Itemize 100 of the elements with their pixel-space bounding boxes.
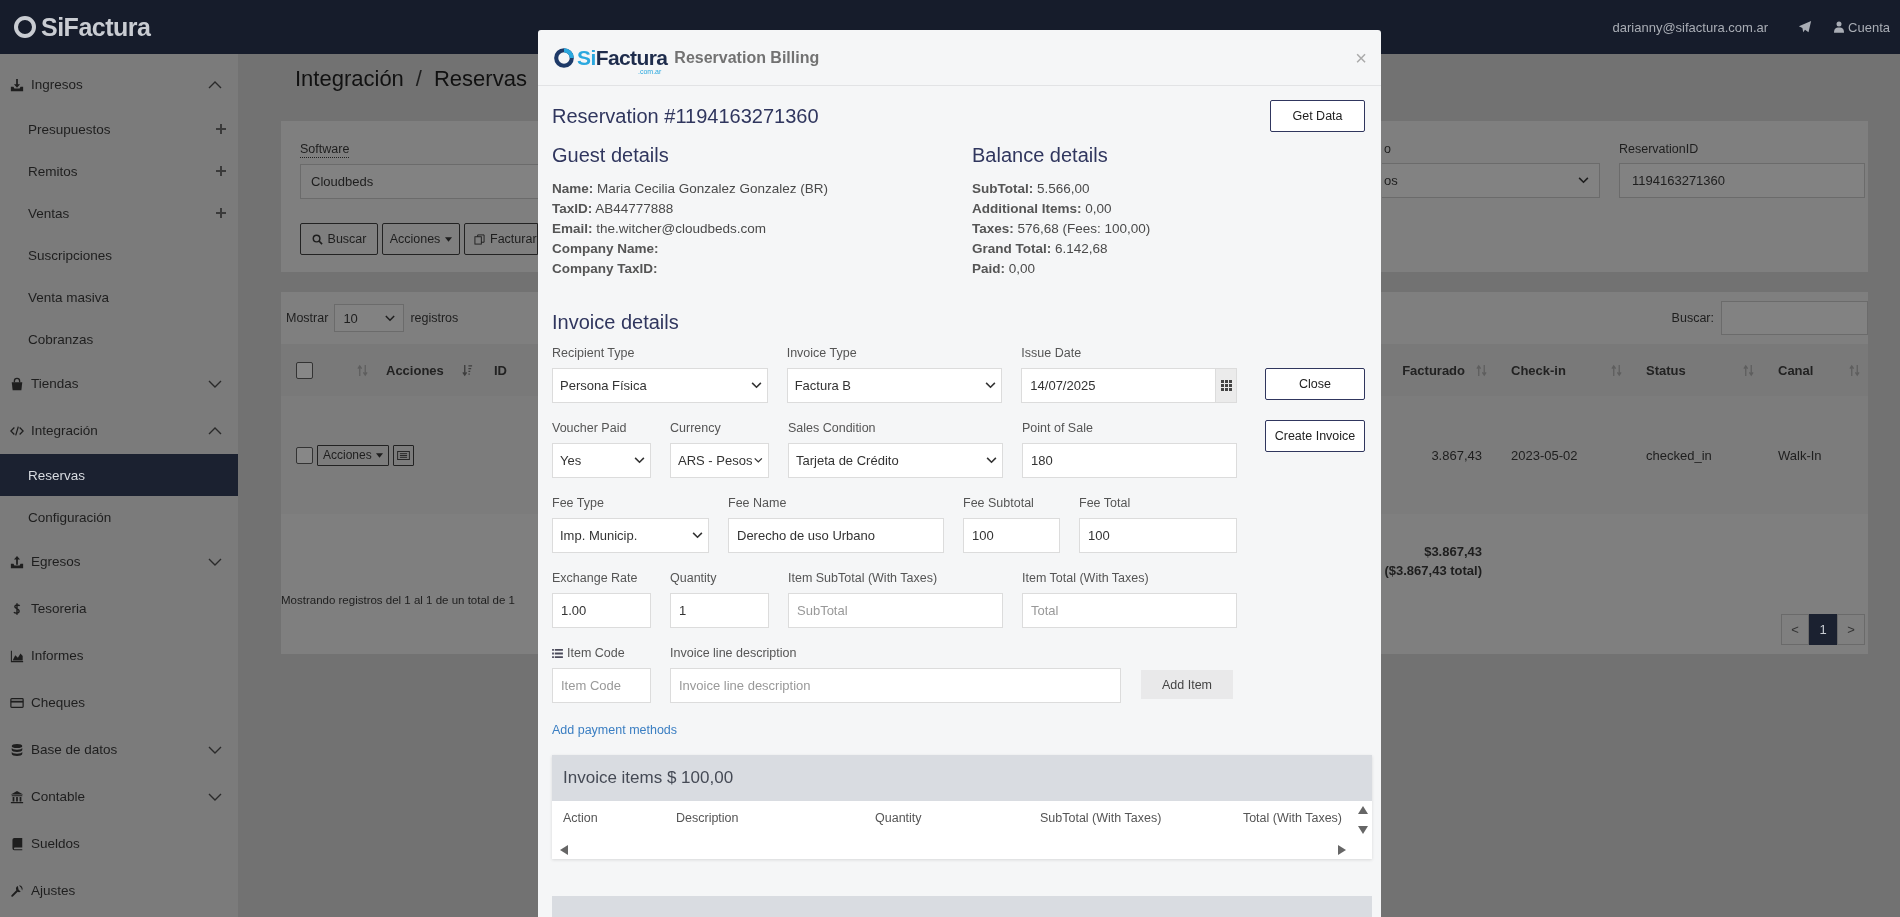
column-header[interactable]: Check-in bbox=[1511, 362, 1566, 378]
scroll-down-icon[interactable] bbox=[1358, 826, 1368, 834]
input-field[interactable]: Invoice line description bbox=[670, 668, 1121, 703]
select-field[interactable]: Yes bbox=[552, 443, 651, 478]
sort-icon[interactable] bbox=[357, 363, 368, 377]
input-field[interactable]: 180 bbox=[1022, 443, 1237, 478]
select-field[interactable]: ARS - Pesos bbox=[670, 443, 769, 478]
account-menu[interactable]: Cuenta bbox=[1834, 19, 1890, 35]
page-length-select[interactable]: 10 bbox=[334, 304, 405, 332]
close-dialog-button[interactable]: Close bbox=[1265, 368, 1365, 400]
select-field[interactable]: Tarjeta de Crédito bbox=[788, 443, 1003, 478]
sidebar-subitem[interactable]: Venta masiva bbox=[0, 276, 238, 318]
plus-icon[interactable] bbox=[216, 124, 226, 134]
field-label: Fee Name bbox=[728, 495, 787, 511]
column-header: Quantity bbox=[875, 810, 923, 826]
select-field[interactable]: Persona Física bbox=[552, 368, 768, 403]
breadcrumb-item[interactable]: Integración bbox=[295, 66, 404, 121]
field-label: Item Total (With Taxes) bbox=[1022, 570, 1149, 586]
search-button[interactable]: Buscar bbox=[300, 223, 378, 255]
table-cell: 3.867,43 bbox=[1431, 447, 1482, 463]
sidebar-item[interactable]: Ingresos bbox=[0, 61, 238, 108]
sort-descending-icon[interactable] bbox=[462, 363, 473, 377]
column-header: Description bbox=[676, 810, 740, 826]
plus-icon[interactable] bbox=[216, 208, 226, 218]
details-button[interactable] bbox=[392, 444, 414, 466]
input-field[interactable]: Derecho de uso Urbano bbox=[728, 518, 944, 553]
wrench-icon bbox=[10, 883, 24, 898]
software-select[interactable]: Cloudbeds bbox=[300, 164, 538, 199]
pagination-button[interactable]: 1 bbox=[1809, 614, 1837, 645]
sidebar-item[interactable]: Sueldos bbox=[0, 820, 238, 867]
calendar-button[interactable] bbox=[1216, 368, 1237, 403]
sidebar-item[interactable]: Integración bbox=[0, 407, 238, 454]
sort-icon[interactable] bbox=[1611, 363, 1622, 377]
user-email: darianny@sifactura.com.ar bbox=[1612, 19, 1769, 35]
date-field[interactable]: 14/07/2025 bbox=[1021, 368, 1216, 403]
sidebar-subitem[interactable]: Suscripciones bbox=[0, 234, 238, 276]
column-header[interactable]: Status bbox=[1646, 362, 1686, 378]
field-label: Voucher Paid bbox=[552, 420, 627, 436]
invoice-button[interactable]: Facturar bbox=[464, 223, 538, 255]
close-button[interactable]: × bbox=[1355, 47, 1367, 68]
input-field[interactable]: 100 bbox=[1079, 518, 1237, 553]
input-field[interactable]: 100 bbox=[963, 518, 1060, 553]
sidebar-subitem[interactable]: Cobranzas bbox=[0, 318, 238, 360]
row-checkbox[interactable] bbox=[296, 446, 313, 464]
scroll-up-icon[interactable] bbox=[1358, 806, 1368, 814]
get-data-button[interactable]: Get Data bbox=[1270, 100, 1365, 132]
reservation-id-field[interactable]: 1194163271360 bbox=[1619, 163, 1865, 198]
input-field[interactable]: Item Code bbox=[552, 668, 651, 703]
create-invoice-button[interactable]: Create Invoice bbox=[1265, 420, 1365, 452]
add-payment-methods-link[interactable]: Add payment methods bbox=[552, 723, 678, 737]
input-field[interactable]: 1 bbox=[670, 593, 769, 628]
sidebar-item[interactable]: Informes bbox=[0, 632, 238, 679]
list-icon bbox=[552, 648, 563, 658]
sidebar-item[interactable]: Cheques bbox=[0, 679, 238, 726]
select-all-checkbox[interactable] bbox=[296, 361, 313, 379]
sort-icon[interactable] bbox=[1476, 363, 1487, 377]
scroll-left-icon[interactable] bbox=[560, 845, 568, 855]
column-header[interactable]: Facturado bbox=[1402, 362, 1465, 378]
sidebar-subitem[interactable]: Remitos bbox=[0, 150, 238, 192]
column-header[interactable]: Canal bbox=[1778, 362, 1814, 378]
actions-dropdown-button[interactable]: Acciones bbox=[382, 223, 460, 255]
detail-line: Grand Total: 6.142,68 bbox=[972, 240, 1109, 258]
sidebar-item[interactable]: Tesoreria bbox=[0, 585, 238, 632]
pagination-button[interactable]: > bbox=[1837, 614, 1865, 645]
select-field[interactable]: Factura B bbox=[786, 368, 1003, 403]
pagination-button[interactable]: < bbox=[1781, 614, 1809, 645]
sort-icon[interactable] bbox=[1849, 363, 1860, 377]
sidebar-item[interactable]: Egresos bbox=[0, 538, 238, 585]
sidebar-subitem[interactable]: Configuración bbox=[0, 496, 238, 538]
sidebar-subitem[interactable]: Ventas bbox=[0, 192, 238, 234]
scroll-right-icon[interactable] bbox=[1338, 845, 1346, 855]
paper-plane-icon[interactable] bbox=[1798, 20, 1813, 34]
sidebar-subitem[interactable]: Presupuestos bbox=[0, 108, 238, 150]
copy-icon bbox=[474, 233, 485, 245]
column-header: Action bbox=[563, 810, 599, 826]
sidebar-item[interactable]: Base de datos bbox=[0, 726, 238, 773]
list-icon bbox=[396, 450, 410, 460]
chevron-down-icon bbox=[750, 382, 762, 389]
input-field[interactable]: 1.00 bbox=[552, 593, 651, 628]
field-label: Issue Date bbox=[1021, 345, 1082, 361]
column-header[interactable]: Acciones bbox=[386, 362, 462, 378]
sidebar-item[interactable]: Ajustes bbox=[0, 867, 238, 914]
row-actions-button[interactable]: Acciones bbox=[317, 444, 389, 466]
status-select[interactable]: os bbox=[1382, 163, 1600, 198]
field-label: Fee Total bbox=[1079, 495, 1131, 511]
column-header[interactable]: ID bbox=[494, 362, 507, 378]
sidebar-subitem[interactable]: Reservas bbox=[0, 454, 238, 496]
input-field[interactable]: SubTotal bbox=[788, 593, 1003, 628]
add-item-button[interactable]: Add Item bbox=[1141, 670, 1233, 699]
input-field[interactable]: Total bbox=[1022, 593, 1237, 628]
sidebar-item[interactable]: Tiendas bbox=[0, 360, 238, 407]
field-label: Software bbox=[300, 142, 350, 158]
field-label: ReservationID bbox=[1619, 142, 1700, 157]
sidebar-item[interactable]: Contable bbox=[0, 773, 238, 820]
brand-logo[interactable]: SiFactura bbox=[41, 12, 151, 42]
sort-icon[interactable] bbox=[1743, 363, 1754, 377]
plus-icon[interactable] bbox=[216, 166, 226, 176]
total-amount: $3.867,43 bbox=[1424, 543, 1482, 561]
select-field[interactable]: Imp. Municip. bbox=[552, 518, 709, 553]
length-label: Mostrar bbox=[286, 311, 329, 325]
